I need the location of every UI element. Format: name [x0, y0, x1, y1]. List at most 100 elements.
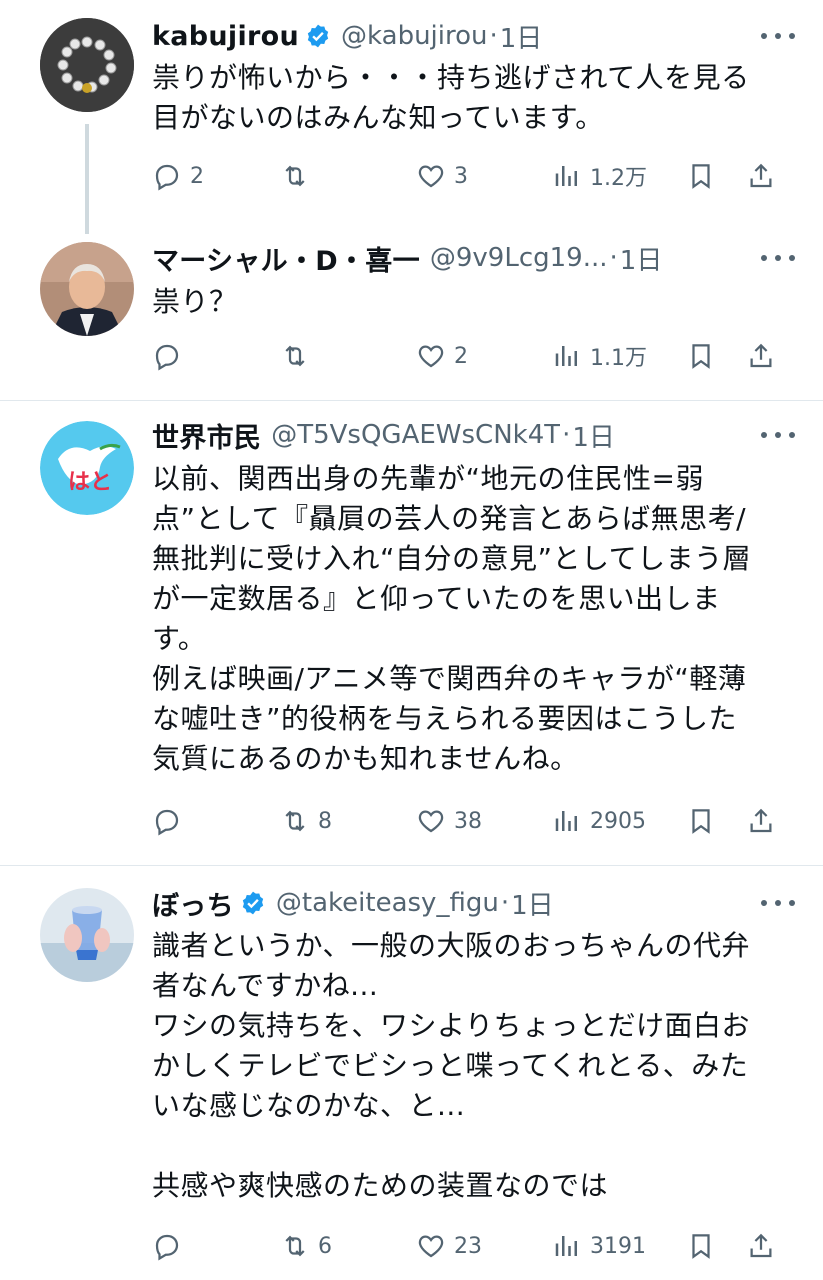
retweet-icon	[285, 810, 305, 832]
bookmark-button[interactable]	[686, 336, 716, 376]
action-bar: 8 38 2905	[150, 801, 790, 841]
separator-dot: ·	[500, 888, 510, 918]
tweet-header: 世界市民 @T5VsQGAEWsCNk4T · 1日	[152, 415, 795, 455]
display-name[interactable]: ぼっち	[152, 884, 234, 923]
like-count: 2	[454, 343, 468, 369]
username[interactable]: @9v9Lcg19...	[430, 243, 608, 273]
bookmark-button[interactable]	[686, 801, 716, 841]
bookmark-button[interactable]	[686, 1226, 716, 1266]
like-icon	[418, 810, 444, 833]
views-button[interactable]: 1.2万	[552, 156, 647, 196]
avatar[interactable]	[40, 18, 134, 112]
separator-dot: ·	[562, 420, 571, 450]
retweet-button[interactable]	[280, 156, 318, 196]
reply-count: 2	[190, 163, 204, 189]
share-button[interactable]	[746, 801, 776, 841]
tweet-text: 識者というか、一般の大阪のおっちゃんの代弁 者なんですかね... ワシの気持ちを…	[152, 929, 750, 1202]
action-bar: 2 3 1.2万	[150, 156, 790, 196]
tweet-sekai-shimin[interactable]: はと 世界市民 @T5VsQGAEWsCNk4T · 1日 以前、関西出身の先輩…	[0, 401, 823, 865]
share-icon	[750, 808, 772, 833]
retweet-count: 8	[318, 808, 332, 834]
like-button[interactable]: 23	[416, 1226, 482, 1266]
like-button[interactable]: 38	[416, 801, 482, 841]
separator-dot: ·	[489, 21, 498, 51]
reply-button[interactable]	[152, 801, 190, 841]
views-icon	[555, 1236, 577, 1256]
timestamp[interactable]: 1日	[511, 885, 554, 922]
reply-icon	[155, 164, 179, 191]
view-count: 1.2万	[590, 166, 647, 191]
tweet-text: 以前、関西出身の先輩が“地元の住民性=弱 点”として『贔屓の芸人の発言とあらば無…	[152, 462, 752, 775]
avatar[interactable]	[40, 888, 134, 982]
views-button[interactable]: 1.1万	[552, 336, 647, 376]
avatar[interactable]: はと	[40, 421, 134, 515]
view-count: 1.1万	[590, 346, 647, 371]
timestamp[interactable]: 1日	[620, 240, 663, 277]
like-count: 23	[454, 1233, 482, 1259]
reply-button[interactable]	[152, 336, 190, 376]
like-icon	[418, 1235, 444, 1258]
tweet-header: マーシャル・D・喜一 @9v9Lcg19... · 1日	[152, 238, 795, 278]
like-icon	[418, 345, 444, 368]
retweet-icon	[285, 165, 305, 187]
tweet-text: 祟り？	[152, 285, 238, 318]
views-button[interactable]: 3191	[552, 1226, 646, 1266]
views-button[interactable]: 2905	[552, 801, 646, 841]
action-bar: 2 1.1万	[150, 336, 790, 376]
view-count: 2905	[590, 808, 646, 834]
tweet-marshall[interactable]: マーシャル・D・喜一 @9v9Lcg19... · 1日 祟り？ 2 1.1万	[0, 224, 823, 400]
retweet-button[interactable]	[280, 336, 318, 376]
share-button[interactable]	[746, 156, 776, 196]
bookmark-icon	[692, 809, 710, 834]
tweet-text: 祟りが怖いから・・・持ち逃げされて人を見る 目がないのはみんな知っています。	[152, 61, 750, 134]
avatar-text: はと	[68, 470, 112, 495]
share-button[interactable]	[746, 336, 776, 376]
share-icon	[750, 163, 772, 188]
bookmark-icon	[692, 344, 710, 369]
view-count: 3191	[590, 1233, 646, 1259]
tweet-bocchi[interactable]: ぼっち @takeiteasy_figu · 1日 識者というか、一般の大阪のお…	[0, 866, 823, 1280]
display-name[interactable]: kabujirou	[152, 21, 299, 52]
retweet-button[interactable]: 6	[280, 1226, 332, 1266]
more-icon[interactable]	[761, 889, 795, 917]
reply-button[interactable]	[152, 1226, 190, 1266]
tweet-kabujirou[interactable]: kabujirou @kabujirou · 1日 祟りが怖いから・・・持ち逃げ…	[0, 0, 823, 234]
like-button[interactable]: 2	[416, 336, 468, 376]
bookmark-button[interactable]	[686, 156, 716, 196]
retweet-button[interactable]: 8	[280, 801, 332, 841]
username[interactable]: @T5VsQGAEWsCNk4T	[271, 420, 560, 450]
views-icon	[555, 166, 577, 186]
reply-icon	[155, 344, 179, 371]
like-count: 3	[454, 163, 468, 189]
share-icon	[750, 1233, 772, 1258]
like-button[interactable]: 3	[416, 156, 468, 196]
display-name[interactable]: マーシャル・D・喜一	[152, 239, 420, 278]
timestamp[interactable]: 1日	[572, 417, 615, 454]
username[interactable]: @kabujirou	[341, 21, 487, 51]
reply-button[interactable]: 2	[152, 156, 204, 196]
views-icon	[555, 811, 577, 831]
tweet-header: kabujirou @kabujirou · 1日	[152, 16, 795, 56]
like-count: 38	[454, 808, 482, 834]
more-icon[interactable]	[761, 421, 795, 449]
retweet-icon	[285, 1235, 305, 1257]
verified-badge-icon	[240, 890, 266, 916]
share-icon	[750, 343, 772, 368]
username[interactable]: @takeiteasy_figu	[276, 888, 499, 918]
retweet-icon	[285, 345, 305, 367]
avatar[interactable]	[40, 242, 134, 336]
action-bar: 6 23 3191	[150, 1226, 790, 1266]
more-icon[interactable]	[761, 22, 795, 50]
display-name[interactable]: 世界市民	[152, 416, 261, 455]
verified-badge-icon	[305, 23, 331, 49]
more-icon[interactable]	[761, 244, 795, 272]
views-icon	[555, 346, 577, 366]
thread-connector	[85, 124, 89, 234]
timestamp[interactable]: 1日	[500, 18, 543, 55]
bookmark-icon	[692, 164, 710, 189]
retweet-count: 6	[318, 1233, 332, 1259]
reply-icon	[155, 809, 179, 836]
separator-dot: ·	[609, 243, 618, 273]
tweet-header: ぼっち @takeiteasy_figu · 1日	[152, 883, 795, 923]
share-button[interactable]	[746, 1226, 776, 1266]
